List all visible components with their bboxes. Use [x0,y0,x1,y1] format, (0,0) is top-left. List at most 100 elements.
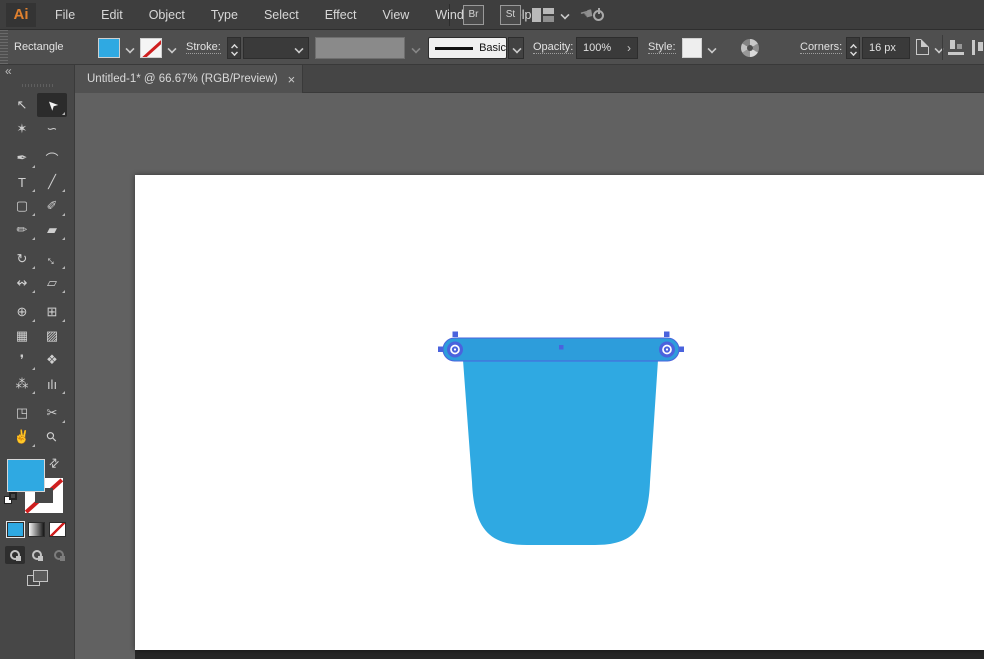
align-icon-clipped[interactable] [972,40,984,55]
selection-tool[interactable]: ↖ [7,93,37,117]
live-corner-widget-right[interactable] [659,342,675,358]
stroke-chevron-down-icon[interactable] [163,38,178,58]
draw-normal-icon [10,550,20,560]
artboard-tool[interactable]: ◳ [7,401,37,425]
menu-item-select[interactable]: Select [251,0,312,30]
eyedropper-tool[interactable]: ❜ [7,348,37,372]
flyout-indicator [62,319,65,322]
align-bottom-icon[interactable] [948,40,966,55]
menu-item-edit[interactable]: Edit [88,0,136,30]
shape-builder-tool[interactable]: ⊕ [7,300,37,324]
line-segment-tool[interactable]: ╱ [37,170,67,194]
tools-panel-grip[interactable] [22,84,54,87]
stepper-up-icon[interactable] [850,41,857,48]
curvature-tool[interactable]: ⌒ [37,146,67,170]
free-transform-tool[interactable]: ▱ [37,271,67,295]
stroke-color-swatch[interactable] [140,38,162,58]
corners-field[interactable]: 16 px [862,37,910,59]
type-tool[interactable]: T [7,170,37,194]
free-transform-icon: ▱ [47,275,57,291]
stepper-down-icon[interactable] [231,49,238,56]
document-setup-icon[interactable] [916,39,929,55]
paintbrush-tool[interactable]: ✐ [37,194,67,218]
column-graph-tool[interactable]: ılı [37,372,67,396]
stroke-weight-label[interactable]: Stroke: [186,41,221,54]
stepper-up-icon[interactable] [231,41,238,48]
document-tab-bar: Untitled-1* @ 66.67% (RGB/Preview) × [75,65,984,93]
fill-indicator[interactable] [7,459,45,492]
draw-behind-button[interactable] [27,546,47,564]
anchor-point-top-left[interactable] [453,332,459,338]
menu-item-type[interactable]: Type [198,0,251,30]
tab-close-icon[interactable]: × [288,72,296,87]
gradient-button[interactable] [28,522,45,537]
draw-inside-button[interactable] [49,546,69,564]
slice-tool[interactable]: ✂ [37,401,67,425]
hand-tool[interactable]: ✌ [7,425,37,449]
opacity-field[interactable]: 100% › [576,37,638,59]
menu-item-object[interactable]: Object [136,0,198,30]
flyout-indicator [32,319,35,322]
perspective-grid-tool[interactable]: ⊞ [37,300,67,324]
document-tab[interactable]: Untitled-1* @ 66.67% (RGB/Preview) × [75,65,303,93]
stroke-weight-dropdown[interactable] [243,37,309,59]
none-button[interactable] [49,522,66,537]
default-fill-stroke-icon[interactable] [4,492,18,506]
stepper-down-icon[interactable] [850,49,857,56]
magic-wand-tool[interactable]: ✶ [7,117,37,141]
go-to-bridge-button[interactable]: Br [463,5,484,25]
blend-tool[interactable]: ❖ [37,348,67,372]
pen-tool[interactable]: ✒ [7,146,37,170]
zoom-tool[interactable]: ⚲ [37,425,67,449]
swap-fill-stroke-icon[interactable]: ⇄ [46,454,63,471]
color-button[interactable] [7,522,24,537]
menu-item-file[interactable]: File [42,0,88,30]
workspace-switcher-icon[interactable] [532,8,554,22]
menu-item-view[interactable]: View [369,0,422,30]
change-screen-mode-button[interactable] [27,570,49,588]
graphic-style-swatch[interactable] [682,38,702,58]
stroke-weight-stepper[interactable] [227,37,241,59]
flyout-indicator [32,367,35,370]
artboard[interactable] [135,175,984,650]
variable-width-profile-dropdown[interactable] [315,37,405,59]
rectangle-tool[interactable]: ▢ [7,194,37,218]
workspace-pane [543,16,554,22]
opacity-arrow-icon[interactable]: › [627,41,631,55]
mesh-tool[interactable]: ▦ [7,324,37,348]
width-tool[interactable]: ↭ [7,271,37,295]
canvas-area[interactable] [75,93,984,659]
anchor-point-top-center[interactable] [559,345,564,350]
rotate-tool[interactable]: ↻ [7,247,37,271]
opacity-label[interactable]: Opacity: [533,41,573,54]
collapse-panel-icon[interactable]: « [5,64,11,78]
style-chevron-down-icon[interactable] [703,38,718,58]
anchor-point-left[interactable] [438,347,444,353]
live-corner-widget-left[interactable] [447,342,463,358]
corners-stepper[interactable] [846,37,860,59]
anchor-point-right[interactable] [679,347,685,353]
draw-normal-button[interactable] [5,546,25,564]
control-bar-grip[interactable] [0,30,8,65]
fill-chevron-down-icon[interactable] [121,38,136,58]
corners-label[interactable]: Corners: [800,41,842,54]
brush-chevron-down-icon[interactable] [508,37,524,59]
recolor-artwork-icon[interactable] [741,39,759,57]
brush-definition-dropdown[interactable]: Basic [428,37,507,59]
lasso-tool[interactable]: ∽ [37,117,67,141]
scale-tool[interactable]: ↔ [37,247,67,271]
gradient-tool[interactable]: ▨ [37,324,67,348]
menu-item-effect[interactable]: Effect [312,0,370,30]
bucket-body-shape[interactable] [463,360,658,545]
style-label[interactable]: Style: [648,41,676,54]
anchor-point-top-right[interactable] [664,332,670,338]
adobe-stock-button[interactable]: St [500,5,521,25]
symbol-sprayer-tool[interactable]: ⁂ [7,372,37,396]
gpu-performance-icon[interactable]: ☚ [580,5,606,25]
shaper-tool[interactable]: ✏ [7,218,37,242]
direct-selection-tool[interactable]: ➤ [37,93,67,117]
eraser-tool[interactable]: ▰ [37,218,67,242]
workspace-chevron-down-icon[interactable] [560,10,568,18]
flyout-indicator [32,165,35,168]
fill-color-swatch[interactable] [98,38,120,58]
